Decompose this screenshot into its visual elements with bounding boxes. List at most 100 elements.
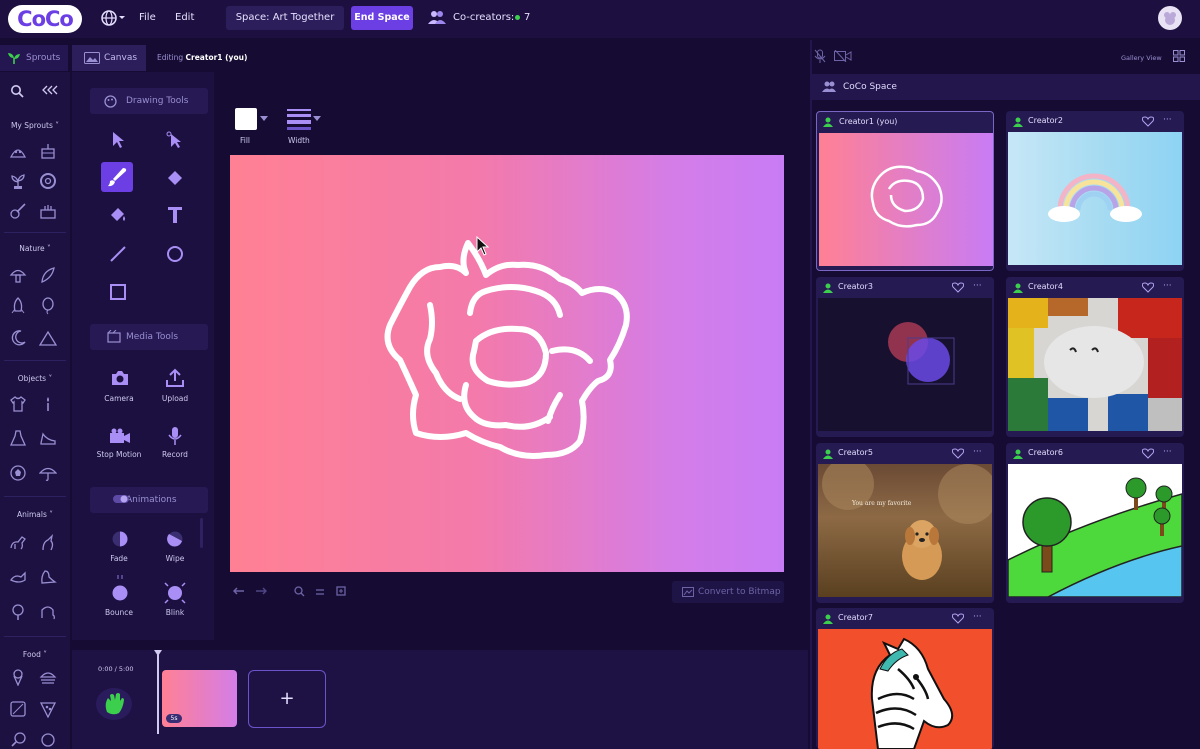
text-tool-icon[interactable] bbox=[166, 205, 184, 225]
seal-icon[interactable] bbox=[39, 568, 57, 586]
bounce-icon[interactable] bbox=[110, 574, 130, 602]
more-options-icon[interactable]: ··· bbox=[973, 447, 982, 457]
creator-card-1[interactable]: Creator1 (you) bbox=[816, 111, 994, 271]
fade-icon[interactable] bbox=[111, 530, 129, 548]
microphone-icon[interactable] bbox=[168, 426, 182, 446]
tools-scrollbar[interactable] bbox=[200, 518, 203, 548]
heart-icon[interactable] bbox=[1142, 282, 1154, 293]
creator-card-4[interactable]: Creator4 bbox=[1006, 277, 1184, 437]
camera-icon[interactable] bbox=[110, 370, 130, 386]
creator-card-2[interactable]: Creator2 bbox=[1006, 111, 1184, 271]
brush-tool-button[interactable] bbox=[101, 162, 133, 192]
circle-tool-icon[interactable] bbox=[166, 245, 184, 263]
burger-icon[interactable] bbox=[39, 668, 57, 686]
feather-icon[interactable] bbox=[39, 266, 57, 284]
sprout-item-icon[interactable] bbox=[9, 142, 27, 160]
rocket-icon[interactable] bbox=[9, 297, 27, 315]
wipe-icon[interactable] bbox=[166, 530, 184, 548]
category-food[interactable]: Food ˅ bbox=[0, 650, 70, 659]
fill-swatch[interactable] bbox=[235, 108, 257, 130]
fill-tool-icon[interactable] bbox=[109, 206, 127, 224]
more-options-icon[interactable]: ··· bbox=[1163, 447, 1172, 457]
globe-icon[interactable] bbox=[100, 9, 126, 27]
playhead-handle[interactable] bbox=[154, 650, 162, 658]
add-frame-button[interactable]: + bbox=[248, 670, 326, 728]
heart-icon[interactable] bbox=[1142, 116, 1154, 127]
tree-icon[interactable] bbox=[9, 603, 27, 621]
more-options-icon[interactable]: ··· bbox=[973, 281, 982, 291]
creator-card-3[interactable]: Creator3 bbox=[816, 277, 994, 437]
cookie-icon[interactable] bbox=[39, 731, 57, 749]
donut-icon[interactable] bbox=[39, 172, 57, 190]
blink-icon[interactable] bbox=[163, 581, 187, 605]
mountain-icon[interactable] bbox=[39, 329, 57, 347]
balloon-icon[interactable] bbox=[39, 297, 57, 315]
elephant-icon[interactable] bbox=[39, 603, 57, 621]
space-name[interactable]: Space: Art Together bbox=[226, 6, 344, 30]
wave-hand-button[interactable] bbox=[96, 688, 132, 720]
heart-icon[interactable] bbox=[952, 613, 964, 624]
reshape-tool-icon[interactable] bbox=[166, 131, 184, 149]
gallery-view-label[interactable]: Gallery View bbox=[1121, 54, 1162, 62]
collapse-icon[interactable] bbox=[42, 85, 58, 95]
umbrella-icon[interactable] bbox=[39, 464, 57, 482]
width-dropdown-icon[interactable] bbox=[313, 116, 321, 121]
candle-icon[interactable] bbox=[39, 395, 57, 413]
rectangle-tool-icon[interactable] bbox=[109, 283, 127, 301]
guitar-icon[interactable] bbox=[9, 202, 27, 220]
end-space-button[interactable]: End Space bbox=[351, 6, 413, 30]
shoe-icon[interactable] bbox=[39, 429, 57, 447]
plant-icon[interactable] bbox=[9, 172, 27, 190]
dress-icon[interactable] bbox=[9, 429, 27, 447]
menu-edit[interactable]: Edit bbox=[175, 12, 194, 23]
zoom-out-icon[interactable] bbox=[294, 586, 305, 597]
drawing-canvas[interactable] bbox=[230, 155, 784, 572]
creator-card-7[interactable]: Creator7 bbox=[816, 608, 994, 749]
playhead[interactable] bbox=[157, 652, 159, 734]
mushroom-icon[interactable] bbox=[9, 266, 27, 284]
undo-icon[interactable] bbox=[233, 586, 245, 596]
moon-icon[interactable] bbox=[9, 329, 27, 347]
animations-header[interactable]: Animations bbox=[90, 487, 208, 513]
category-objects[interactable]: Objects ˅ bbox=[0, 374, 70, 383]
stop-motion-icon[interactable] bbox=[109, 428, 131, 444]
ball-icon[interactable] bbox=[9, 464, 27, 482]
heart-icon[interactable] bbox=[1142, 448, 1154, 459]
more-options-icon[interactable]: ··· bbox=[1163, 115, 1172, 125]
bread-icon[interactable] bbox=[9, 700, 27, 718]
more-options-icon[interactable]: ··· bbox=[973, 612, 982, 622]
more-options-icon[interactable]: ··· bbox=[1163, 281, 1172, 291]
zoom-reset-icon[interactable] bbox=[316, 589, 324, 595]
line-tool-icon[interactable] bbox=[109, 245, 127, 263]
eraser-tool-icon[interactable] bbox=[165, 170, 183, 186]
menu-file[interactable]: File bbox=[139, 12, 156, 23]
select-tool-icon[interactable] bbox=[110, 131, 126, 149]
dinosaur-icon[interactable] bbox=[9, 534, 27, 552]
search-icon[interactable] bbox=[10, 84, 24, 98]
category-nature[interactable]: Nature ˅ bbox=[0, 244, 70, 253]
camera-off-icon[interactable] bbox=[834, 50, 852, 62]
unicorn-icon[interactable] bbox=[39, 534, 57, 552]
user-avatar[interactable] bbox=[1158, 6, 1182, 30]
coco-logo[interactable]: CoCo bbox=[8, 5, 82, 33]
redo-icon[interactable] bbox=[255, 586, 267, 596]
upload-icon[interactable] bbox=[165, 368, 185, 388]
heart-icon[interactable] bbox=[952, 448, 964, 459]
drumstick-icon[interactable] bbox=[9, 731, 27, 749]
grid-icon[interactable] bbox=[1173, 50, 1185, 62]
heart-icon[interactable] bbox=[952, 282, 964, 293]
shirt-icon[interactable] bbox=[9, 395, 27, 413]
category-animals[interactable]: Animals ˅ bbox=[0, 510, 70, 519]
creator-card-5[interactable]: Creator5 You are my favorite bbox=[816, 443, 994, 603]
category-my-sprouts[interactable]: My Sprouts ˅ bbox=[0, 121, 70, 130]
pizza-icon[interactable] bbox=[39, 700, 57, 718]
cake-slice-icon[interactable] bbox=[39, 202, 57, 220]
mic-off-icon[interactable] bbox=[814, 49, 826, 63]
stroke-width-icon[interactable] bbox=[287, 108, 311, 130]
fill-dropdown-icon[interactable] bbox=[260, 116, 268, 121]
icecream-icon[interactable] bbox=[9, 668, 27, 686]
zoom-in-icon[interactable] bbox=[336, 586, 347, 597]
cake-icon[interactable] bbox=[39, 142, 57, 160]
fox-icon[interactable] bbox=[9, 568, 27, 586]
creator-card-6[interactable]: Creator6 bbox=[1006, 443, 1184, 603]
